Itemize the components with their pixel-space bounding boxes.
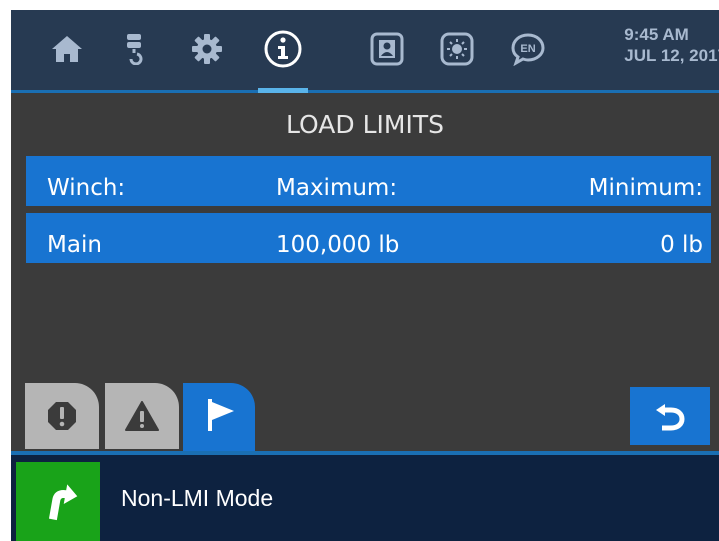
status-bar: Non-LMI Mode — [11, 455, 719, 541]
info-icon[interactable] — [262, 28, 304, 70]
maximum-value: 100,000 lb — [276, 232, 400, 258]
triangle-warning-icon — [125, 401, 159, 431]
column-header-minimum: Minimum: — [588, 175, 703, 201]
mode-indicator[interactable] — [16, 462, 100, 541]
top-divider — [11, 90, 719, 93]
table-header-row: Winch: Maximum: Minimum: — [26, 156, 711, 206]
datetime: 9:45 AM JUL 12, 2017 — [624, 24, 719, 66]
brightness-icon[interactable] — [438, 30, 476, 68]
back-button[interactable] — [630, 387, 710, 445]
top-bar: EN 9:45 AM JUL 12, 2017 — [11, 10, 719, 90]
back-arrow-icon — [656, 404, 685, 431]
octagon-exclamation-icon — [48, 402, 76, 430]
home-icon[interactable] — [48, 30, 86, 68]
clock-date: JUL 12, 2017 — [624, 46, 719, 65]
screen: EN 9:45 AM JUL 12, 2017 LOAD LIMITS Winc… — [11, 10, 719, 541]
mode-label: Non-LMI Mode — [121, 485, 274, 511]
gear-icon[interactable] — [188, 30, 226, 68]
bypass-arrow-icon — [48, 483, 78, 520]
active-tab-indicator — [258, 88, 308, 93]
flag-tab[interactable] — [183, 383, 255, 453]
operator-icon[interactable] — [368, 30, 406, 68]
hook-icon[interactable] — [115, 30, 153, 68]
minimum-value: 0 lb — [660, 232, 703, 258]
language-icon[interactable]: EN — [509, 30, 547, 68]
warning-tab[interactable] — [105, 383, 179, 449]
clock-time: 9:45 AM — [624, 25, 689, 44]
page-title: LOAD LIMITS — [286, 110, 444, 139]
column-header-maximum: Maximum: — [276, 175, 398, 201]
winch-name: Main — [47, 232, 102, 258]
alarm-tab[interactable] — [25, 383, 99, 449]
flag-icon — [208, 398, 234, 431]
column-header-winch: Winch: — [47, 175, 126, 201]
language-badge: EN — [520, 43, 535, 55]
table-row[interactable]: Main 100,000 lb 0 lb — [26, 213, 711, 263]
